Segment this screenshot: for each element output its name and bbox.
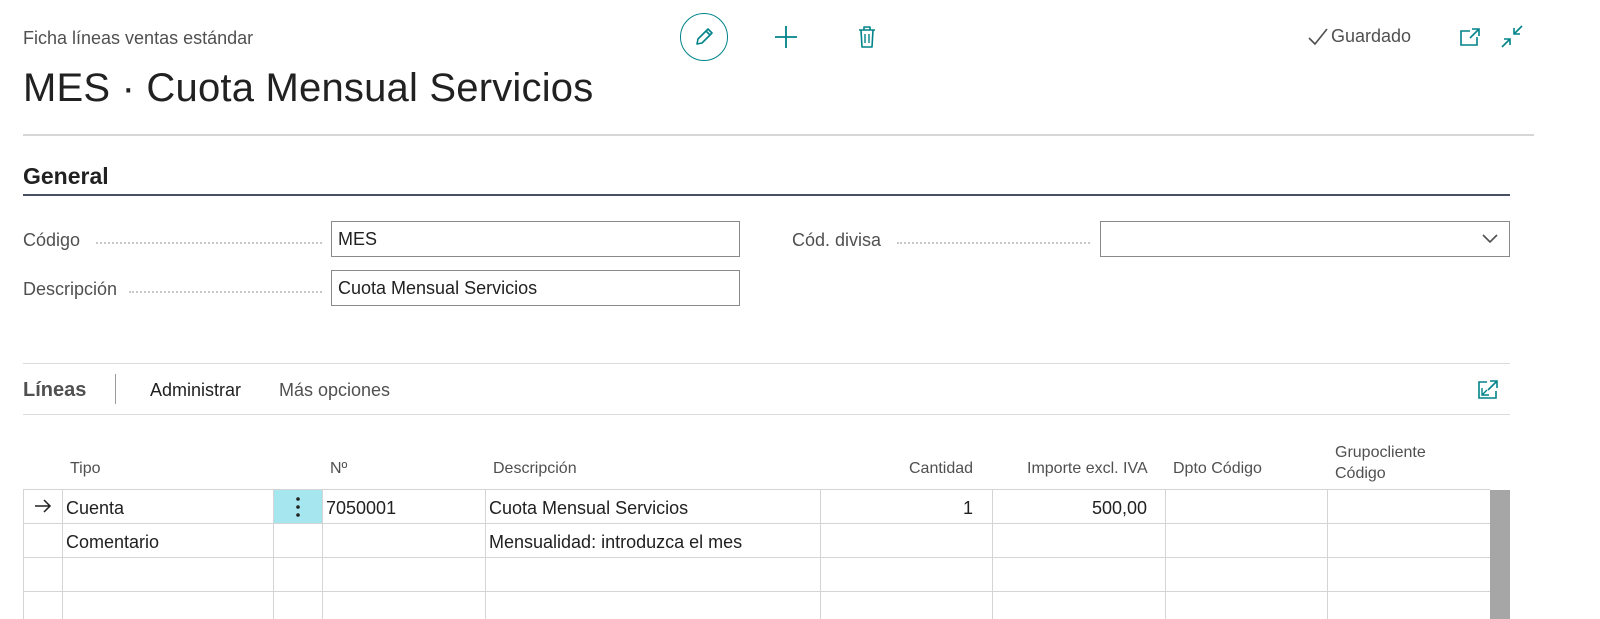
page-title: MES · Cuota Mensual Servicios (23, 66, 594, 110)
saved-label: Guardado (1331, 26, 1412, 46)
row-actions-button[interactable] (274, 490, 322, 523)
divisa-label: Cód. divisa (792, 230, 882, 250)
manage-menu[interactable]: Administrar (150, 380, 241, 401)
open-new-window-icon (1460, 28, 1480, 46)
divisa-select[interactable] (1100, 221, 1510, 257)
trash-icon (859, 26, 875, 48)
arrow-right-icon (35, 499, 52, 513)
cell-descripcion[interactable]: Cuota Mensual Servicios (489, 498, 688, 519)
more-vertical-icon (296, 496, 300, 517)
section-title-general[interactable]: General (23, 163, 109, 190)
cell-cantidad[interactable]: 1 (820, 498, 973, 519)
grid-column-line (1165, 489, 1166, 619)
cell-no[interactable]: 7050001 (326, 498, 396, 519)
chevron-down-icon (1482, 234, 1498, 244)
col-header-dpto[interactable]: Dpto Código (1173, 460, 1262, 478)
lines-scrollbar[interactable] (1490, 490, 1510, 619)
edit-button[interactable] (680, 13, 728, 61)
grid-column-line (485, 489, 486, 619)
divisa-leader-dots (897, 242, 1090, 244)
lines-bottom-divider (23, 414, 1510, 415)
open-in-new-window-button[interactable] (1456, 23, 1484, 51)
descripcion-leader-dots (129, 291, 322, 293)
expand-icon (1478, 380, 1498, 399)
cell-descripcion[interactable]: Mensualidad: introduzca el mes (489, 532, 742, 553)
codigo-label: Código (23, 230, 81, 250)
col-header-grupo-line1: Grupocliente (1335, 444, 1426, 461)
grid-line (23, 489, 1490, 490)
grid-column-line (1327, 489, 1328, 619)
col-header-grupo[interactable]: Grupocliente Código (1335, 442, 1426, 484)
edit-icon (696, 28, 713, 45)
col-header-grupo-line2: Código (1335, 465, 1386, 482)
current-row-indicator (34, 498, 52, 519)
expand-lines-button[interactable] (1477, 379, 1499, 406)
checkmark-icon (1308, 28, 1328, 45)
col-header-tipo[interactable]: Tipo (70, 460, 101, 478)
collapse-button[interactable] (1498, 23, 1526, 51)
lines-title[interactable]: Líneas (23, 379, 86, 402)
col-header-importe[interactable]: Importe excl. IVA (1027, 460, 1148, 478)
cell-tipo[interactable]: Comentario (66, 532, 159, 553)
col-header-no[interactable]: Nº (330, 460, 347, 478)
section-divider (23, 194, 1510, 196)
title-divider (23, 134, 1534, 136)
grid-line (23, 523, 1490, 524)
grid-line (23, 591, 1490, 592)
grid-column-line (23, 489, 24, 619)
col-header-descripcion[interactable]: Descripción (493, 460, 577, 478)
delete-button[interactable] (853, 23, 881, 51)
cell-importe[interactable]: 500,00 (992, 498, 1147, 519)
action-bar: Guardado (0, 13, 1600, 63)
codigo-leader-dots (96, 242, 322, 244)
more-options-menu[interactable]: Más opciones (279, 380, 390, 401)
collapse-icon (1501, 25, 1523, 48)
new-button[interactable] (772, 23, 800, 51)
descripcion-field[interactable] (331, 270, 740, 306)
grid-column-line (322, 489, 323, 619)
grid-column-line (62, 489, 63, 619)
saved-status: Guardado (1307, 26, 1411, 47)
col-header-cantidad[interactable]: Cantidad (909, 460, 973, 478)
lines-separator (115, 374, 116, 404)
cell-tipo[interactable]: Cuenta (66, 498, 124, 519)
plus-icon (775, 26, 797, 48)
descripcion-label: Descripción (23, 279, 118, 299)
lines-top-divider (23, 363, 1510, 364)
codigo-field[interactable] (331, 221, 740, 257)
grid-line (23, 557, 1490, 558)
